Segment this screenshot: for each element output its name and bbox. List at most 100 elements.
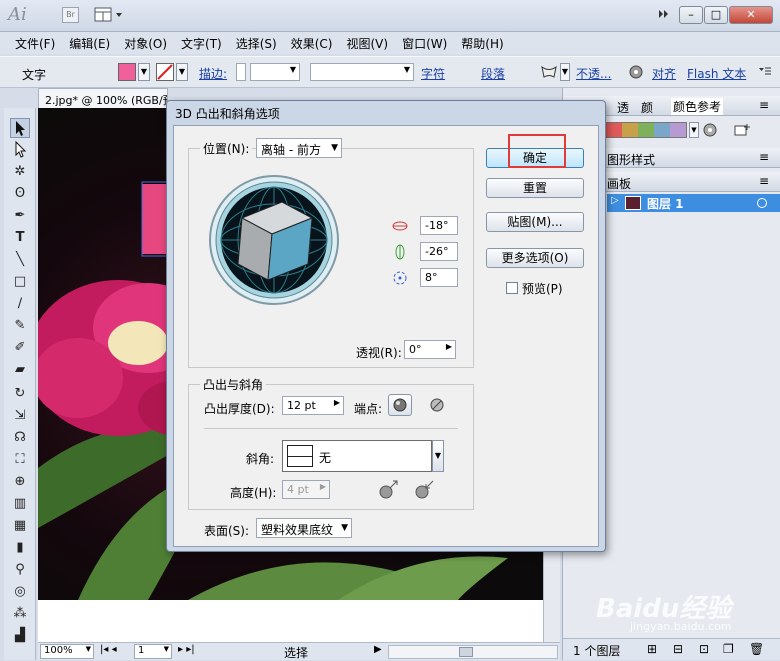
magic-wand-tool-icon[interactable]: ✲	[10, 162, 30, 182]
reset-button[interactable]: 重置	[486, 178, 584, 198]
map-button[interactable]: 贴图(M)...	[486, 212, 584, 232]
direct-selection-tool-icon[interactable]	[10, 140, 30, 160]
more-options-button[interactable]: 更多选项(O)	[486, 248, 584, 268]
arrange-documents-button[interactable]	[94, 7, 126, 23]
character-link[interactable]: 字符	[421, 65, 445, 82]
paragraph-link[interactable]: 段落	[481, 65, 505, 82]
pencil-tool-icon[interactable]: ✎	[10, 316, 30, 336]
new-sublayer-icon[interactable]: ⊡	[699, 642, 709, 656]
align-link[interactable]: 对齐	[652, 65, 676, 82]
fill-dropdown[interactable]: ▼	[138, 63, 150, 81]
eraser-tool-icon[interactable]: ▰	[10, 360, 30, 380]
stroke-dropdown[interactable]: ▼	[176, 63, 188, 81]
locate-object-icon[interactable]: ⊞	[647, 642, 657, 656]
stroke-weight-field[interactable]: ▼	[250, 63, 300, 81]
edit-colors-icon[interactable]	[701, 122, 719, 138]
artboard-number-field[interactable]: 1 ▼	[134, 644, 172, 659]
tab-color[interactable]: 颜	[641, 99, 653, 116]
pen-tool-icon[interactable]: ✒	[10, 206, 30, 226]
symbol-sprayer-tool-icon[interactable]: ⁂	[10, 604, 30, 624]
blend-tool-icon[interactable]: ◎	[10, 582, 30, 602]
layer-row[interactable]: ▷ 图层 1	[607, 194, 780, 212]
variable-width-profile[interactable]: ▼	[310, 63, 414, 81]
artboard-prev-icon[interactable]: |◂ ◂	[100, 644, 117, 655]
artboard-next-icon[interactable]: ▸ ▸|	[178, 644, 195, 655]
status-menu-icon[interactable]: ▶	[374, 644, 382, 655]
harmony-dropdown[interactable]: ▼	[689, 122, 699, 138]
panel-menu-icon[interactable]	[654, 6, 672, 24]
perspective-field[interactable]: 0° ▶	[404, 340, 456, 359]
bevel-extent-in-icon[interactable]	[414, 478, 436, 500]
opacity-link[interactable]: 不透...	[576, 65, 611, 82]
column-graph-tool-icon[interactable]: ▟	[10, 626, 30, 646]
menu-type[interactable]: 文字(T)	[176, 35, 227, 52]
cap-on-button[interactable]	[388, 394, 412, 416]
panel-menu-icon[interactable]: ≡	[759, 150, 769, 164]
flash-text-link[interactable]: Flash 文本	[687, 65, 746, 82]
color-guide-swatches[interactable]	[605, 122, 687, 138]
close-button[interactable]: ✕	[729, 6, 773, 24]
surface-dropdown[interactable]: 塑料效果底纹 ▼	[256, 518, 352, 538]
menu-select[interactable]: 选择(S)	[231, 35, 282, 52]
control-bar-menu-icon[interactable]	[757, 65, 773, 79]
panel-menu-icon[interactable]: ≡	[759, 174, 769, 188]
x-rotation-field[interactable]: -18°	[420, 216, 458, 235]
paintbrush-tool-icon[interactable]: ∕	[10, 294, 30, 314]
lasso-tool-icon[interactable]: ʘ	[10, 184, 30, 204]
blob-brush-tool-icon[interactable]: ✐	[10, 338, 30, 358]
make-clipping-mask-icon[interactable]: ⊟	[673, 642, 683, 656]
envelope-icon[interactable]	[540, 64, 558, 80]
panel-menu-icon[interactable]: ≡	[759, 98, 769, 112]
type-tool-icon[interactable]: T	[10, 228, 30, 248]
gradient-tool-icon[interactable]: ▮	[10, 538, 30, 558]
rectangle-tool-icon[interactable]: □	[10, 272, 30, 292]
z-rotation-field[interactable]: 8°	[420, 268, 458, 287]
rotation-track-cube[interactable]	[208, 174, 340, 306]
minimize-button[interactable]: –	[679, 6, 703, 24]
extrude-depth-field[interactable]: 12 pt ▶	[282, 396, 344, 415]
position-dropdown[interactable]: 离轴 - 前方 ▼	[256, 138, 342, 158]
eyedropper-tool-icon[interactable]: ⚲	[10, 560, 30, 580]
horizontal-scrollbar[interactable]	[388, 645, 558, 659]
delete-layer-icon[interactable]: 🗑	[749, 642, 764, 656]
menu-window[interactable]: 窗口(W)	[397, 35, 452, 52]
maximize-button[interactable]: □	[704, 6, 728, 24]
height-field[interactable]: 4 pt ▶	[282, 480, 330, 499]
zoom-field[interactable]: 100% ▼	[40, 644, 94, 659]
new-layer-icon[interactable]: ❐	[723, 642, 734, 656]
recolor-artwork-icon[interactable]	[627, 64, 645, 80]
document-tab[interactable]: 2.jpg* @ 100% (RGB/预览)	[38, 88, 168, 108]
menu-help[interactable]: 帮助(H)	[456, 35, 508, 52]
preview-checkbox[interactable]	[506, 282, 518, 294]
fill-swatch[interactable]	[118, 63, 136, 81]
tab-color-guide[interactable]: 颜色参考	[671, 98, 724, 115]
layer-expand-icon[interactable]: ▷	[611, 195, 619, 206]
warp-tool-icon[interactable]: ☊	[10, 428, 30, 448]
save-color-group-icon[interactable]	[733, 122, 751, 138]
menu-file[interactable]: 文件(F)	[10, 35, 60, 52]
envelope-dropdown[interactable]: ▼	[560, 63, 570, 81]
scale-tool-icon[interactable]: ⇲	[10, 406, 30, 426]
menu-edit[interactable]: 编辑(E)	[64, 35, 115, 52]
stroke-link[interactable]: 描边:	[199, 65, 227, 82]
tab-transparency[interactable]: 透	[617, 99, 629, 116]
line-tool-icon[interactable]: ╲	[10, 250, 30, 270]
rotate-tool-icon[interactable]: ↻	[10, 384, 30, 404]
shape-builder-tool-icon[interactable]: ⊕	[10, 472, 30, 492]
graph-tool-icon[interactable]: ▥	[10, 494, 30, 514]
layer-target-icon[interactable]	[757, 198, 767, 208]
stroke-spinner[interactable]	[236, 63, 246, 81]
bevel-dropdown-arrow[interactable]: ▼	[432, 440, 444, 472]
menu-view[interactable]: 视图(V)	[341, 35, 393, 52]
cap-off-button[interactable]	[428, 396, 446, 414]
bevel-dropdown[interactable]: 无	[282, 440, 432, 472]
stroke-swatch[interactable]	[156, 63, 174, 81]
selection-tool-icon[interactable]	[10, 118, 30, 138]
menu-object[interactable]: 对象(O)	[119, 35, 172, 52]
bevel-extent-out-icon[interactable]	[378, 478, 400, 500]
free-transform-tool-icon[interactable]: ⛶	[10, 450, 30, 470]
mesh-tool-icon[interactable]: ▦	[10, 516, 30, 536]
y-rotation-field[interactable]: -26°	[420, 242, 458, 261]
bridge-button[interactable]: Br	[62, 7, 79, 23]
menu-effect[interactable]: 效果(C)	[286, 35, 338, 52]
